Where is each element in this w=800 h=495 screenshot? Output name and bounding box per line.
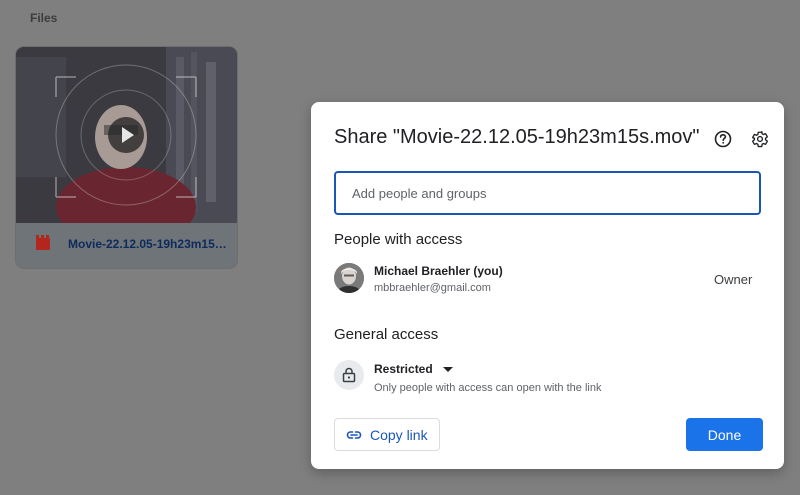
general-access-heading: General access <box>334 326 439 343</box>
file-meta-bar: Movie-22.12.05-19h23m15… <box>16 223 237 268</box>
link-icon <box>346 430 362 439</box>
add-people-input[interactable] <box>334 171 761 215</box>
general-access-select[interactable]: Restricted <box>374 360 453 378</box>
person-email: mbbraehler@gmail.com <box>374 282 491 294</box>
video-thumbnail[interactable] <box>16 47 237 223</box>
help-icon[interactable] <box>711 127 735 151</box>
video-file-icon <box>36 235 50 250</box>
dialog-title: Share "Movie-22.12.05-19h23m15s.mov" <box>334 126 700 148</box>
gear-icon[interactable] <box>748 127 772 151</box>
file-card[interactable]: Movie-22.12.05-19h23m15… <box>16 47 237 268</box>
general-access-description: Only people with access can open with th… <box>374 382 602 394</box>
general-access-value: Restricted <box>374 362 433 376</box>
share-dialog: Share "Movie-22.12.05-19h23m15s.mov" Peo… <box>311 102 784 469</box>
copy-link-label: Copy link <box>370 426 428 443</box>
people-with-access-heading: People with access <box>334 231 463 248</box>
lock-icon <box>334 360 364 390</box>
play-icon[interactable] <box>108 117 144 153</box>
files-section-label: Files <box>30 11 58 25</box>
file-name[interactable]: Movie-22.12.05-19h23m15… <box>68 237 230 251</box>
person-name: Michael Braehler (you) <box>374 264 503 278</box>
chevron-down-icon <box>442 366 453 372</box>
done-button[interactable]: Done <box>686 418 763 451</box>
avatar <box>334 263 364 293</box>
copy-link-button[interactable]: Copy link <box>334 418 440 451</box>
person-role: Owner <box>714 272 753 287</box>
